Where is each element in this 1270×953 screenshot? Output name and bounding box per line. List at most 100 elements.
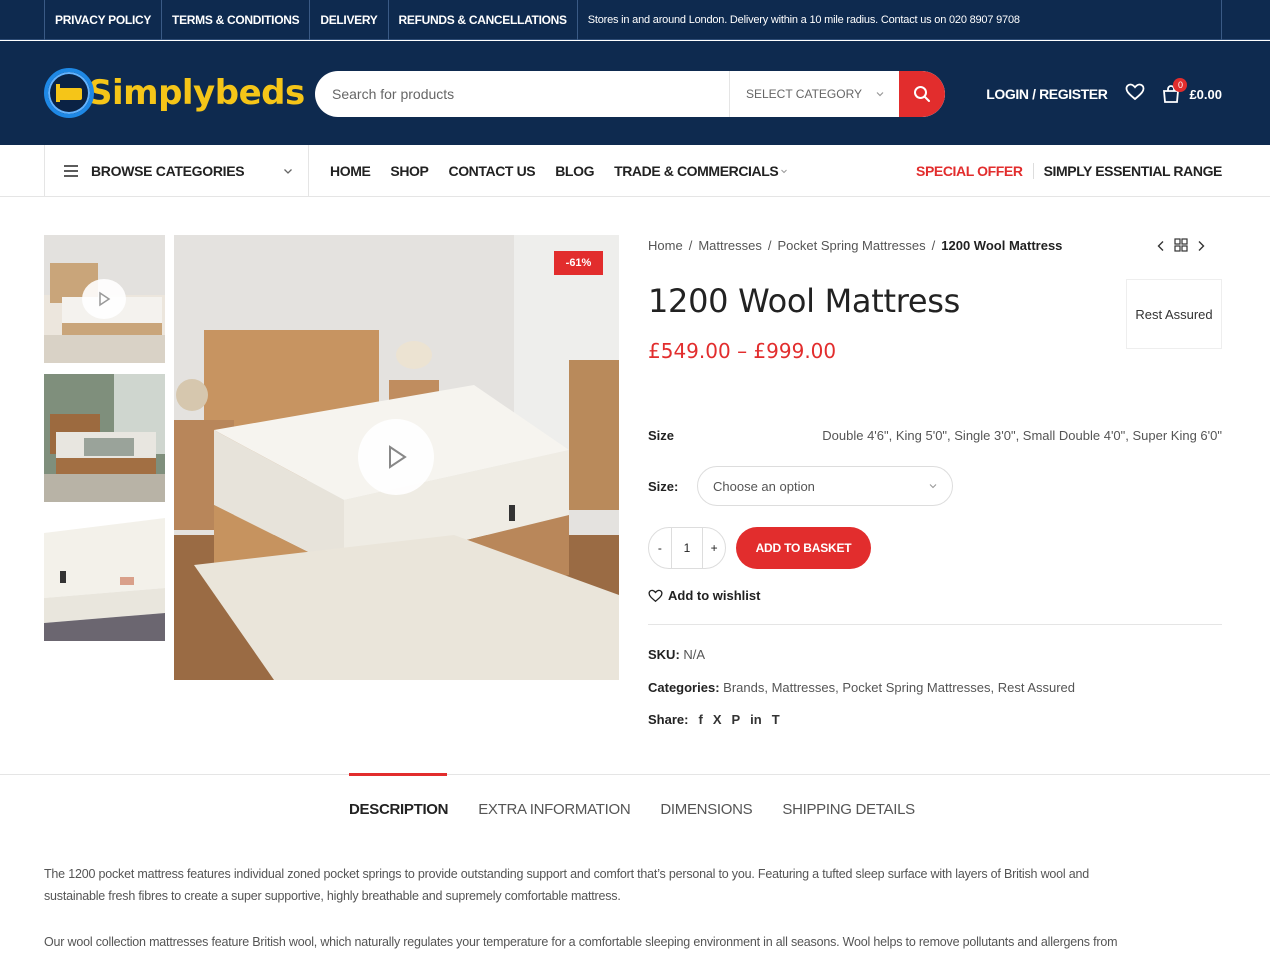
tab-dimensions[interactable]: DIMENSIONS	[660, 801, 752, 818]
description-line: The 1200 pocket mattress features indivi…	[44, 867, 1090, 881]
size-attribute-label: Size	[648, 428, 675, 443]
quantity-decrease-button[interactable]: -	[649, 541, 671, 555]
browse-categories-label: BROWSE CATEGORIES	[91, 162, 245, 179]
terms-conditions-link[interactable]: TERMS & CONDITIONS	[162, 0, 311, 40]
breadcrumb-separator: /	[688, 238, 693, 253]
nav-item-shop[interactable]: SHOP	[390, 163, 428, 179]
nav-item-home[interactable]: HOME	[330, 163, 371, 179]
chevron-left-icon	[1157, 240, 1164, 251]
nav-right: SPECIAL OFFER SIMPLY ESSENTIAL RANGE	[916, 145, 1222, 196]
search-input[interactable]	[315, 71, 729, 117]
site-header: Simplybeds SELECT CATEGORY LOGIN / REGIS…	[0, 41, 1270, 145]
share-label: Share:	[648, 712, 689, 727]
chevron-down-icon	[876, 92, 884, 97]
refunds-cancellations-link[interactable]: REFUNDS & CANCELLATIONS	[389, 0, 578, 40]
top-bar: PRIVACY POLICY TERMS & CONDITIONS DELIVE…	[0, 0, 1270, 40]
description-line: sustainable fresh fibres to create a sup…	[44, 889, 621, 903]
description-paragraph-1: The 1200 pocket mattress features indivi…	[44, 863, 1224, 907]
sku-row: SKU: N/A	[648, 647, 705, 662]
size-attribute-row: Size Double 4'6", King 5'0", Single 3'0"…	[648, 428, 1222, 443]
x-share-icon[interactable]: X	[713, 712, 722, 727]
category-select[interactable]: SELECT CATEGORY	[729, 71, 899, 117]
category-select-label: SELECT CATEGORY	[746, 87, 863, 101]
tab-description[interactable]: DESCRIPTION	[349, 801, 449, 818]
facebook-share-icon[interactable]: f	[698, 712, 702, 727]
play-video-button[interactable]	[82, 279, 126, 319]
next-product-button[interactable]	[1196, 239, 1206, 257]
search-icon	[914, 86, 930, 102]
delivery-link[interactable]: DELIVERY	[310, 0, 389, 40]
breadcrumb-mattresses[interactable]: Mattresses	[698, 238, 762, 253]
breadcrumb-pocket-spring-mattresses[interactable]: Pocket Spring Mattresses	[778, 238, 926, 253]
play-icon	[99, 291, 111, 307]
main-navigation: BROWSE CATEGORIES HOME SHOP CONTACT US B…	[0, 145, 1270, 197]
share-row: Share: f X P in T	[648, 712, 780, 727]
linkedin-share-icon[interactable]: in	[750, 712, 762, 727]
gallery-thumbnail-2[interactable]	[44, 374, 165, 502]
tabs-divider	[0, 774, 1270, 775]
nav-item-trade-commercials[interactable]: TRADE & COMMERCIALS	[614, 163, 788, 179]
product-navigation	[1156, 238, 1206, 257]
nav-menu: HOME SHOP CONTACT US BLOG TRADE & COMMER…	[330, 145, 808, 196]
hamburger-menu-icon	[64, 164, 78, 177]
chevron-down-icon	[929, 484, 937, 489]
tab-shipping-details[interactable]: SHIPPING DETAILS	[782, 801, 915, 818]
previous-product-button[interactable]	[1156, 239, 1166, 257]
thumbnail-image-mattress	[44, 513, 165, 641]
size-select-label: Size:	[648, 478, 679, 494]
play-video-button[interactable]	[358, 419, 434, 495]
nav-item-trade-commercials-label: TRADE & COMMERCIALS	[614, 162, 779, 179]
add-to-wishlist-label: Add to wishlist	[668, 588, 761, 603]
heart-icon	[648, 589, 663, 602]
size-select-placeholder: Choose an option	[713, 478, 815, 494]
sale-badge: -61%	[554, 251, 603, 275]
cart-count-badge: 0	[1173, 78, 1188, 92]
store-info-message: Stores in and around London. Delivery wi…	[587, 14, 1020, 26]
product-price: £549.00 – £999.00	[648, 339, 837, 363]
brand-link[interactable]: Rest Assured	[1126, 279, 1222, 349]
tab-extra-information[interactable]: EXTRA INFORMATION	[478, 801, 630, 818]
categories-row: Categories: Brands, Mattresses, Pocket S…	[648, 680, 1075, 695]
login-register-link[interactable]: LOGIN / REGISTER	[986, 86, 1108, 102]
categories-label: Categories:	[648, 680, 720, 695]
quantity-increase-button[interactable]: +	[703, 541, 725, 555]
quantity-input[interactable]: 1	[670, 528, 704, 568]
cart-button[interactable]: 0 £0.00	[1161, 78, 1222, 104]
thumbnail-image-bedroom-green	[44, 374, 165, 502]
special-offer-link[interactable]: SPECIAL OFFER	[916, 162, 1034, 179]
active-tab-indicator	[349, 773, 447, 776]
site-logo[interactable]: Simplybeds	[44, 67, 305, 119]
header-actions: LOGIN / REGISTER 0 £0.00	[986, 78, 1222, 109]
add-to-basket-button[interactable]: ADD TO BASKET	[736, 527, 871, 569]
play-icon	[389, 445, 407, 469]
size-select[interactable]: Choose an option	[697, 466, 953, 506]
wishlist-button[interactable]	[1125, 83, 1145, 106]
product-main-image[interactable]	[174, 235, 619, 680]
product-tabs: DESCRIPTION EXTRA INFORMATION DIMENSIONS…	[349, 801, 945, 818]
pinterest-share-icon[interactable]: P	[731, 712, 740, 727]
size-selector-row: Size: Choose an option	[648, 466, 953, 506]
browse-categories-button[interactable]: BROWSE CATEGORIES	[44, 145, 309, 196]
back-to-shop-button[interactable]	[1174, 238, 1188, 257]
categories-value[interactable]: Brands, Mattresses, Pocket Spring Mattre…	[723, 680, 1075, 695]
search-form: SELECT CATEGORY	[315, 71, 945, 117]
telegram-share-icon[interactable]: T	[772, 712, 780, 727]
nav-item-blog[interactable]: BLOG	[555, 163, 594, 179]
heart-icon	[1126, 83, 1145, 100]
chevron-right-icon	[1198, 240, 1205, 251]
add-to-wishlist-link[interactable]: Add to wishlist	[648, 588, 760, 603]
gallery-thumbnail-video[interactable]	[44, 235, 165, 363]
simply-essential-range-link[interactable]: SIMPLY ESSENTIAL RANGE	[1044, 163, 1223, 179]
search-button[interactable]	[899, 71, 945, 117]
logo-text: Simplybeds	[88, 73, 305, 113]
sku-value: N/A	[683, 647, 706, 662]
privacy-policy-link[interactable]: PRIVACY POLICY	[45, 0, 163, 40]
nav-item-contact-us[interactable]: CONTACT US	[448, 163, 535, 179]
breadcrumb-separator: /	[931, 238, 936, 253]
breadcrumb-current: 1200 Wool Mattress	[941, 238, 1063, 253]
sku-label: SKU:	[648, 647, 680, 662]
breadcrumb-home[interactable]: Home	[648, 238, 683, 253]
cart-total: £0.00	[1189, 86, 1222, 102]
chevron-down-icon	[781, 169, 788, 173]
gallery-thumbnail-3[interactable]	[44, 513, 165, 641]
